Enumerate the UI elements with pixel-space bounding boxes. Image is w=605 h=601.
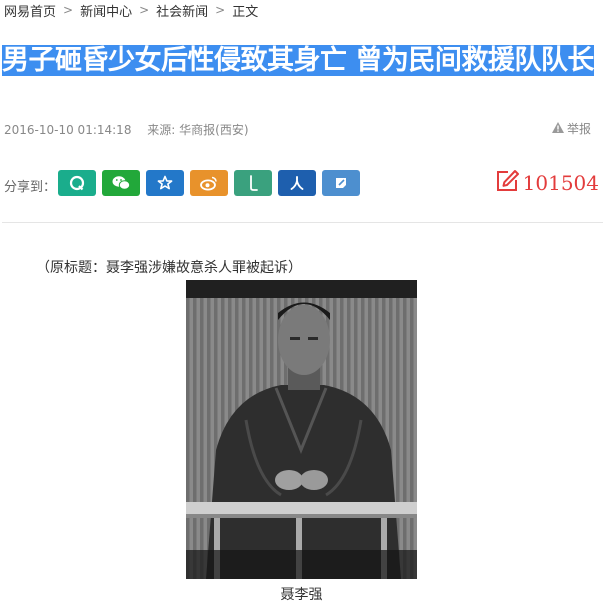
photo-caption: 聂李强 xyxy=(280,587,323,601)
qzone-icon xyxy=(69,175,85,191)
comment-count: 101504 xyxy=(522,171,599,195)
report-button[interactable]: 举报 xyxy=(551,120,591,137)
publish-datetime: 2016-10-10 01:14:18 xyxy=(4,123,132,137)
weibo-icon xyxy=(200,176,217,191)
comment-count-link[interactable]: 101504 xyxy=(494,168,599,198)
share-lofter-button[interactable] xyxy=(234,170,272,196)
article-photo xyxy=(186,280,417,579)
breadcrumb-news-center-link[interactable]: 新闻中心 xyxy=(80,1,132,20)
article-title-text: 男子砸昏少女后性侵致其身亡 曾为民间救援队队长 xyxy=(2,45,594,76)
original-title: （原标题：聂李强涉嫌故意杀人罪被起诉） xyxy=(36,260,302,276)
share-label: 分享到： xyxy=(4,180,57,195)
breadcrumb-social-news-link[interactable]: 社会新闻 xyxy=(156,1,208,20)
breadcrumb-separator: > xyxy=(63,3,74,17)
breadcrumb-separator: > xyxy=(139,3,150,17)
breadcrumb-current: 正文 xyxy=(232,4,259,20)
renren-icon xyxy=(290,176,304,190)
divider xyxy=(2,222,603,223)
wechat-icon xyxy=(112,176,131,190)
article-source-link[interactable]: 来源: 华商报(西安) xyxy=(147,123,248,137)
share-buttons xyxy=(58,170,360,196)
breadcrumb: 网易首页 > 新闻中心 > 社会新闻 > 正文 xyxy=(4,0,258,20)
breadcrumb-home-link[interactable]: 网易首页 xyxy=(4,1,56,20)
lofter-icon xyxy=(250,175,258,191)
report-label: 举报 xyxy=(566,122,591,136)
article-title: 男子砸昏少女后性侵致其身亡 曾为民间救援队队长 xyxy=(2,45,602,77)
share-weibo-button[interactable] xyxy=(190,170,228,196)
share-wechat-button[interactable] xyxy=(102,170,140,196)
share-qzone-button[interactable] xyxy=(58,170,96,196)
breadcrumb-separator: > xyxy=(215,3,226,17)
share-youdao-note-button[interactable] xyxy=(322,170,360,196)
warning-icon xyxy=(551,121,564,136)
note-icon xyxy=(336,178,346,188)
star-icon xyxy=(157,175,173,190)
share-renren-button[interactable] xyxy=(278,170,316,196)
share-favorite-button[interactable] xyxy=(146,170,184,196)
edit-icon xyxy=(494,168,520,198)
article-meta: 2016-10-10 01:14:18 来源: 华商报(西安) xyxy=(4,121,249,138)
